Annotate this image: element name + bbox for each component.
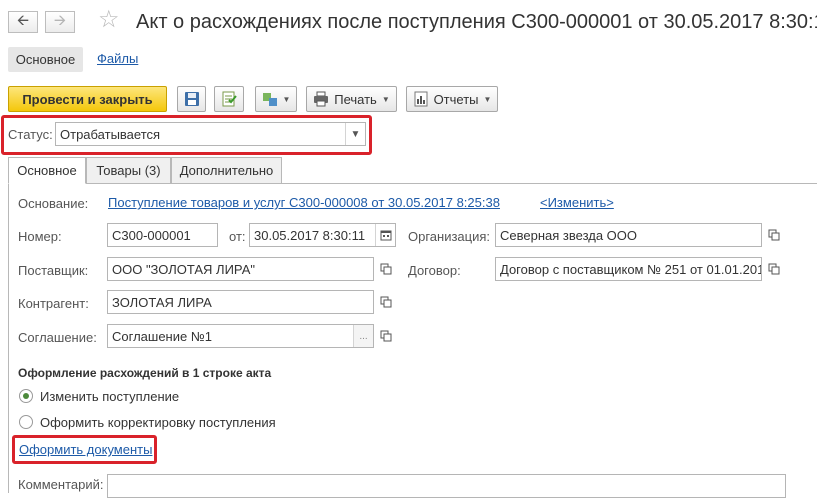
chevron-down-icon: ▼ xyxy=(381,94,390,104)
report-icon xyxy=(414,91,428,107)
open-agreement-button[interactable] xyxy=(375,324,397,348)
discrepancy-section-title: Оформление расхождений в 1 строке акта xyxy=(18,366,272,380)
supplier-label: Поставщик: xyxy=(18,263,89,278)
post-document-icon xyxy=(222,91,237,107)
reports-button[interactable]: Отчеты ▼ xyxy=(406,86,498,112)
calendar-icon[interactable] xyxy=(375,224,395,246)
basis-label: Основание: xyxy=(18,196,89,211)
supplier-field[interactable]: ООО "ЗОЛОТАЯ ЛИРА" xyxy=(107,257,374,281)
open-counterparty-button[interactable] xyxy=(375,290,397,314)
post-and-close-button[interactable]: Провести и закрыть xyxy=(8,86,167,112)
organization-label: Организация: xyxy=(408,229,491,244)
form-tab-main[interactable]: Основное xyxy=(8,47,83,72)
create-documents-link[interactable]: Оформить документы xyxy=(19,442,152,457)
open-form-icon xyxy=(380,263,392,275)
forward-button[interactable]: 🡪 xyxy=(45,11,75,33)
organization-field[interactable]: Северная звезда ООО xyxy=(495,223,762,247)
floppy-disk-icon xyxy=(184,92,199,106)
reports-label: Отчеты xyxy=(433,91,479,107)
organization-value: Северная звезда ООО xyxy=(500,227,638,243)
agreement-label: Соглашение: xyxy=(18,330,97,345)
open-organization-button[interactable] xyxy=(763,223,785,247)
contract-field[interactable]: Договор с поставщиком № 251 от 01.01.201… xyxy=(495,257,762,281)
date-value: 30.05.2017 8:30:11 xyxy=(254,227,366,243)
correction-label[interactable]: Оформить корректировку поступления xyxy=(40,415,276,430)
open-form-icon xyxy=(380,330,392,342)
arrow-left-icon: 🡨 xyxy=(16,11,30,29)
open-supplier-button[interactable] xyxy=(375,257,397,281)
post-and-close-label: Провести и закрыть xyxy=(22,91,153,107)
back-button[interactable]: 🡨 xyxy=(8,11,38,33)
print-label: Печать xyxy=(334,91,377,107)
supplier-value: ООО "ЗОЛОТАЯ ЛИРА" xyxy=(112,261,256,277)
create-based-on-button[interactable]: ▼ xyxy=(255,86,297,112)
tab-goods[interactable]: Товары (3) xyxy=(86,157,171,184)
date-from-label: от: xyxy=(229,229,246,244)
radio-correction[interactable] xyxy=(19,415,33,429)
comment-field[interactable] xyxy=(107,474,786,498)
contract-label: Договор: xyxy=(408,263,461,278)
chevron-down-icon: ▼ xyxy=(483,94,492,104)
open-form-icon xyxy=(768,263,780,275)
basis-link[interactable]: Поступление товаров и услуг С300-000008 … xyxy=(108,195,500,210)
printer-icon xyxy=(314,91,329,107)
number-label: Номер: xyxy=(18,229,62,244)
date-field[interactable]: 30.05.2017 8:30:11 xyxy=(249,223,396,247)
agreement-field[interactable]: Соглашение №1 ... xyxy=(107,324,374,348)
change-receipt-label[interactable]: Изменить поступление xyxy=(40,389,179,404)
open-contract-button[interactable] xyxy=(763,257,785,281)
tab-main[interactable]: Основное xyxy=(8,157,86,184)
open-form-icon xyxy=(380,296,392,308)
counterparty-field[interactable]: ЗОЛОТАЯ ЛИРА xyxy=(107,290,374,314)
page-title: Акт о расхождениях после поступления С30… xyxy=(136,11,817,33)
status-value: Отрабатывается xyxy=(60,126,161,142)
post-button[interactable] xyxy=(214,86,244,112)
number-field[interactable]: С300-000001 xyxy=(107,223,218,247)
status-select[interactable]: Отрабатывается ▼ xyxy=(55,122,366,146)
change-basis-link[interactable]: <Изменить> xyxy=(540,195,614,210)
ellipsis-icon[interactable]: ... xyxy=(353,325,373,347)
counterparty-label: Контрагент: xyxy=(18,296,89,311)
arrow-right-icon: 🡪 xyxy=(53,11,67,29)
chevron-down-icon: ▼ xyxy=(282,94,291,104)
form-tab-files[interactable]: Файлы xyxy=(97,51,138,66)
number-value: С300-000001 xyxy=(112,227,191,243)
comment-label: Комментарий: xyxy=(18,477,104,492)
save-button[interactable] xyxy=(177,86,206,112)
tab-additional[interactable]: Дополнительно xyxy=(171,157,282,184)
counterparty-value: ЗОЛОТАЯ ЛИРА xyxy=(112,294,212,310)
contract-value: Договор с поставщиком № 251 от 01.01.201… xyxy=(500,261,762,277)
dropdown-arrow-icon[interactable]: ▼ xyxy=(345,123,365,145)
open-form-icon xyxy=(768,229,780,241)
favorite-star-icon[interactable]: ☆ xyxy=(98,8,120,32)
create-based-on-icon xyxy=(262,93,277,106)
status-label: Статус: xyxy=(8,127,53,142)
print-button[interactable]: Печать ▼ xyxy=(306,86,397,112)
agreement-value: Соглашение №1 xyxy=(112,328,213,344)
radio-change-receipt[interactable] xyxy=(19,389,33,403)
